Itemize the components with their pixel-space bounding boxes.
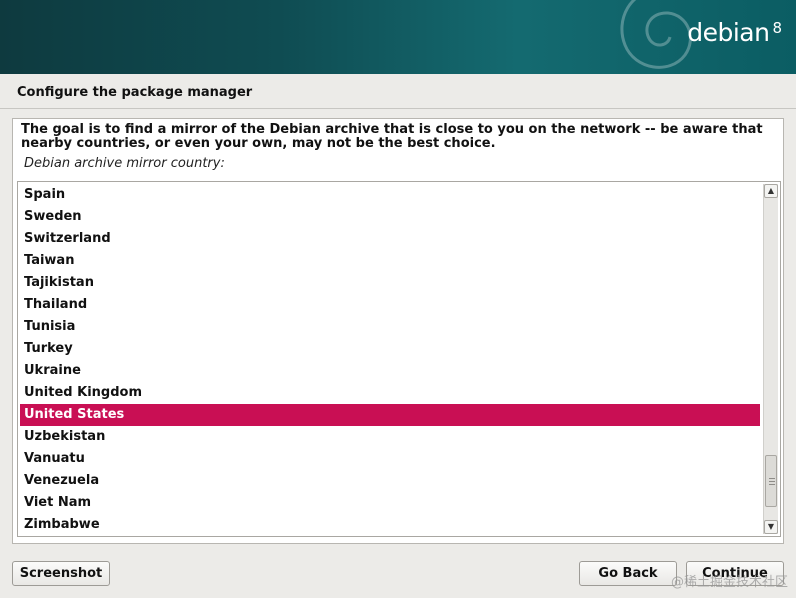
list-item[interactable]: Switzerland <box>20 228 760 250</box>
debian-logo: debian 8 <box>687 18 782 47</box>
watermark-text: @稀土掘金技术社区 <box>670 575 788 590</box>
scroll-track[interactable] <box>765 200 777 518</box>
main-panel: The goal is to find a mirror of the Debi… <box>12 118 784 544</box>
brand-name: debian <box>687 18 770 47</box>
list-item[interactable]: Venezuela <box>20 470 760 492</box>
description-text: The goal is to find a mirror of the Debi… <box>21 122 763 151</box>
list-item-selected[interactable]: United States <box>20 404 760 426</box>
scroll-up-icon[interactable]: ▲ <box>764 184 778 198</box>
list-item[interactable]: United Kingdom <box>20 382 760 404</box>
list-item[interactable]: Ukraine <box>20 360 760 382</box>
go-back-button[interactable]: Go Back <box>579 561 677 586</box>
list-item[interactable]: Viet Nam <box>20 492 760 514</box>
list-item[interactable]: Spain <box>20 184 760 206</box>
scroll-thumb[interactable] <box>765 455 777 507</box>
country-list: Spain Sweden Switzerland Taiwan Tajikistan Th… <box>20 184 760 536</box>
screenshot-button[interactable]: Screenshot <box>12 561 110 586</box>
page-title: Configure the package manager <box>17 85 253 100</box>
list-item[interactable]: Vanuatu <box>20 448 760 470</box>
list-item[interactable]: Taiwan <box>20 250 760 272</box>
list-item[interactable]: Zimbabwe <box>20 514 760 536</box>
list-item[interactable]: Uzbekistan <box>20 426 760 448</box>
installer-banner: debian 8 <box>0 0 796 74</box>
list-item[interactable]: Sweden <box>20 206 760 228</box>
question-label: Debian archive mirror country: <box>24 156 225 171</box>
list-item[interactable]: Thailand <box>20 294 760 316</box>
scroll-grip <box>769 484 775 485</box>
brand-version: 8 <box>772 19 782 37</box>
list-item[interactable]: Turkey <box>20 338 760 360</box>
title-divider <box>0 108 796 109</box>
scrollbar[interactable]: ▲ ▼ <box>763 184 778 534</box>
scroll-down-icon[interactable]: ▼ <box>764 520 778 534</box>
list-item[interactable]: Tunisia <box>20 316 760 338</box>
scroll-grip <box>769 478 775 479</box>
country-listbox[interactable]: Spain Sweden Switzerland Taiwan Tajikistan Th… <box>17 181 781 537</box>
scroll-grip <box>769 481 775 482</box>
list-item[interactable]: Tajikistan <box>20 272 760 294</box>
